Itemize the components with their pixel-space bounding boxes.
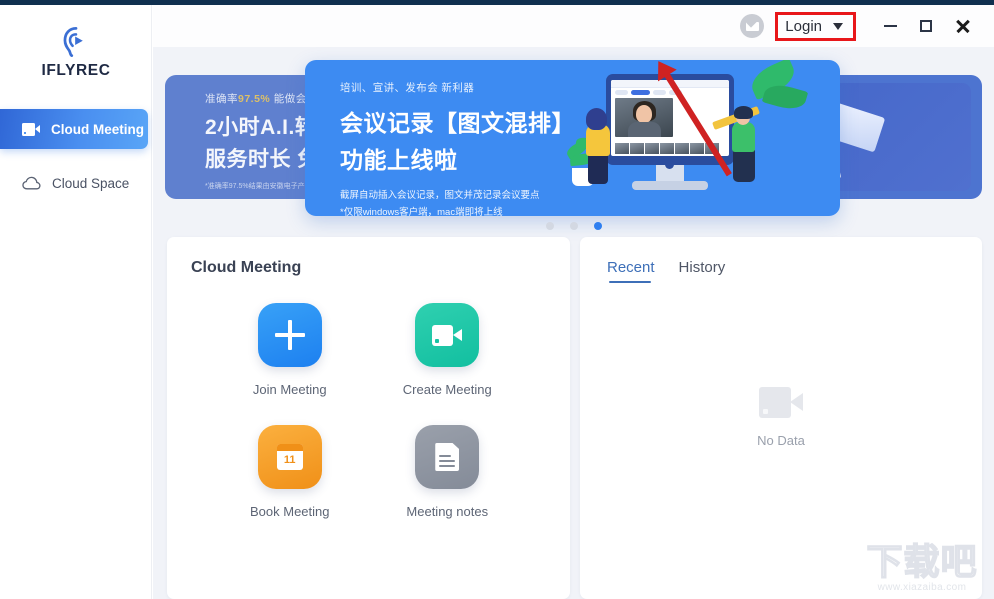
create-meeting-button[interactable]: Create Meeting	[369, 303, 527, 397]
carousel-dot[interactable]	[545, 222, 554, 230]
mail-avatar-icon[interactable]	[740, 14, 765, 38]
plus-icon	[257, 303, 322, 367]
title-bar: Login	[153, 5, 994, 47]
calendar-day-number: 11	[283, 454, 296, 466]
page-title: Cloud Meeting	[191, 259, 302, 276]
banner-main-text: 培训、宣讲、发布会 新利器 会议记录【图文混排】 功能上线啦 截屏自动插入会议记…	[340, 80, 575, 216]
carousel-dot[interactable]	[569, 222, 578, 230]
sidebar: IFLYREC Cloud Meeting Cloud Space	[0, 5, 152, 599]
banner-main-headline2: 功能上线啦	[340, 147, 458, 173]
action-label: Book Meeting	[250, 504, 330, 519]
join-meeting-button[interactable]: Join Meeting	[211, 303, 369, 397]
minimize-button[interactable]	[872, 8, 908, 44]
sidebar-item-cloud-meeting[interactable]: Cloud Meeting	[0, 109, 148, 149]
brand-name: IFLYREC	[41, 62, 111, 79]
promo-carousel: 准确率97.5% 能做会议记 2小时A.I.转写 服务时长 免费 *准确率97.…	[153, 50, 994, 240]
app-window: IFLYREC Cloud Meeting Cloud Space Login …	[0, 0, 994, 599]
minimize-icon	[883, 25, 897, 27]
carousel-slide-active[interactable]: 培训、宣讲、发布会 新利器 会议记录【图文混排】 功能上线啦 截屏自动插入会议记…	[305, 60, 840, 216]
login-label: Login	[785, 17, 822, 35]
close-icon	[955, 19, 970, 34]
tab-recent[interactable]: Recent	[607, 259, 655, 283]
video-camera-icon	[759, 387, 803, 418]
cloud-icon	[22, 176, 41, 190]
chevron-down-icon	[833, 22, 843, 30]
meeting-notes-button[interactable]: Meeting notes	[369, 425, 527, 519]
close-button[interactable]	[944, 8, 980, 44]
video-camera-icon	[22, 122, 40, 136]
sidebar-item-label: Cloud Space	[52, 175, 130, 191]
panel-tabs: Recent History	[607, 259, 725, 283]
action-label: Join Meeting	[252, 382, 327, 397]
camera-icon	[415, 303, 480, 367]
main-content: Login 准确率97.5% 能做会议记 2小时A.I.转写 服务时长 免费 *…	[153, 5, 994, 599]
empty-state: No Data	[580, 387, 982, 448]
carousel-dots	[153, 222, 994, 230]
meetings-panel: Recent History No Data	[580, 237, 982, 599]
banner-main-headline1: 会议记录【图文混排】	[340, 110, 575, 136]
banner-main-sub2: *仅限windows客户端，mac端即将上线	[340, 207, 503, 216]
maximize-button[interactable]	[908, 8, 944, 44]
carousel-dot-active[interactable]	[593, 222, 602, 230]
login-button[interactable]: Login	[775, 11, 856, 41]
action-label: Meeting notes	[406, 504, 489, 519]
banner-main-illustration	[564, 60, 832, 216]
document-icon	[415, 425, 480, 489]
maximize-icon	[920, 20, 932, 32]
banner-main-sub1: 截屏自动插入会议记录，图文并茂记录会议要点	[340, 190, 540, 201]
sidebar-item-cloud-space[interactable]: Cloud Space	[0, 163, 152, 203]
tab-history[interactable]: History	[679, 259, 726, 283]
ear-play-logo-icon	[63, 27, 83, 57]
cloud-meeting-card: Cloud Meeting Join Meeting Create Meetin…	[167, 237, 570, 599]
sidebar-item-label: Cloud Meeting	[51, 121, 144, 137]
action-label: Create Meeting	[402, 382, 492, 397]
envelope-glyph	[745, 21, 759, 31]
sidebar-nav: Cloud Meeting Cloud Space	[0, 109, 152, 217]
calendar-icon: 11	[257, 425, 322, 489]
brand-logo: IFLYREC	[0, 25, 152, 80]
book-meeting-button[interactable]: 11 Book Meeting	[211, 425, 369, 519]
banner-main-eyebrow: 培训、宣讲、发布会 新利器	[340, 82, 475, 94]
meeting-actions-grid: Join Meeting Create Meeting 11 Book Meet…	[167, 303, 570, 519]
empty-state-label: No Data	[757, 433, 805, 448]
